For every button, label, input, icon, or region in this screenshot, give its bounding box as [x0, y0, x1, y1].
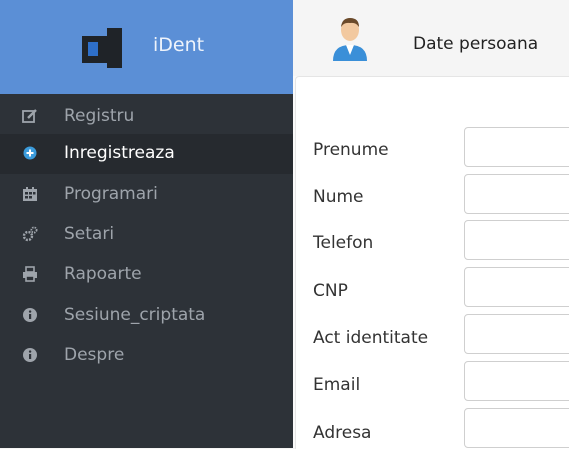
sidebar-item-label: Inregistreaza [64, 143, 175, 163]
cnp-label: CNP [313, 281, 348, 301]
brand-name: iDent [153, 34, 205, 56]
sidebar-item-label: Setari [64, 224, 115, 244]
gears-icon [22, 226, 38, 242]
sidebar-item-label: Rapoarte [64, 264, 142, 284]
page-header: Date persoana [293, 0, 569, 76]
calendar-icon [22, 186, 38, 202]
act-identitate-input[interactable] [464, 314, 569, 354]
act-identitate-label: Act identitate [313, 328, 429, 348]
sidebar-item-despre[interactable]: Despre [0, 336, 293, 376]
email-input[interactable] [464, 361, 569, 401]
print-icon [22, 266, 38, 282]
sidebar-item-label: Sesiune_criptata [64, 305, 206, 325]
prenume-label: Prenume [313, 140, 389, 160]
user-avatar-icon [333, 18, 367, 61]
adresa-input[interactable] [464, 408, 569, 448]
email-label: Email [313, 375, 361, 395]
sidebar-item-sesiune-criptata[interactable]: Sesiune_criptata [0, 296, 293, 336]
sidebar-item-label: Despre [64, 345, 125, 365]
plus-circle-icon [22, 145, 38, 161]
sidebar-item-programari[interactable]: Programari [0, 175, 293, 215]
info-icon [22, 307, 38, 323]
sidebar: iDent Registru Inregistreaza Programari … [0, 0, 293, 448]
telefon-input[interactable] [464, 220, 569, 260]
nume-input[interactable] [464, 174, 569, 214]
sidebar-item-registru[interactable]: Registru [0, 97, 293, 137]
prenume-input[interactable] [464, 127, 569, 167]
sidebar-item-rapoarte[interactable]: Rapoarte [0, 255, 293, 295]
page-title: Date persoana [413, 34, 539, 54]
sidebar-item-setari[interactable]: Setari [0, 215, 293, 255]
brand-header[interactable]: iDent [0, 0, 293, 94]
adresa-label: Adresa [313, 423, 372, 443]
edit-icon [22, 108, 38, 124]
info-icon [22, 347, 38, 363]
sidebar-item-inregistreaza[interactable]: Inregistreaza [0, 134, 293, 174]
telefon-label: Telefon [313, 233, 374, 253]
nume-label: Nume [313, 187, 364, 207]
cnp-input[interactable] [464, 267, 569, 307]
ident-logo-icon [82, 28, 122, 68]
sidebar-item-label: Programari [64, 184, 158, 204]
sidebar-item-label: Registru [64, 106, 135, 126]
